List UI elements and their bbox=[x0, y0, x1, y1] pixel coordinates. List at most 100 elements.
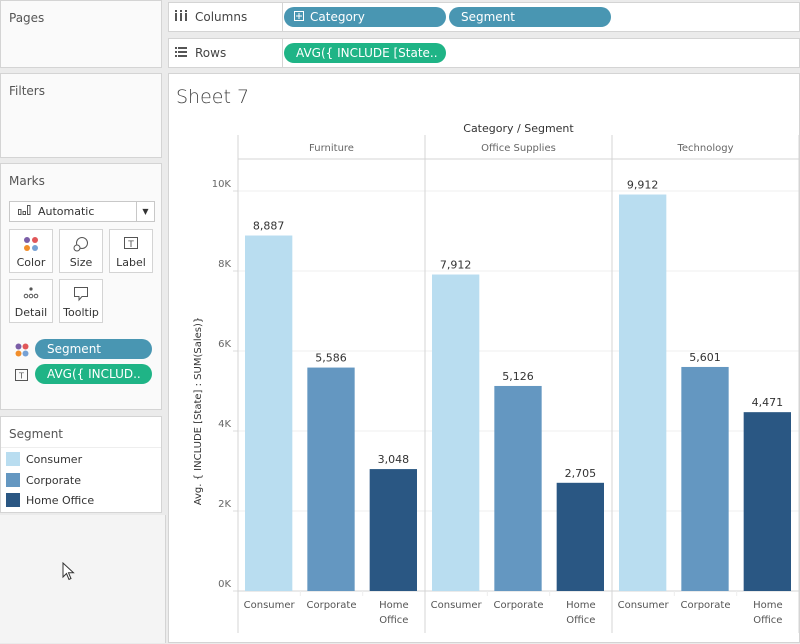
y-tick-label: 8K bbox=[218, 259, 231, 270]
columns-icon bbox=[175, 10, 187, 24]
bar-corporate bbox=[681, 366, 729, 591]
bar-home-office bbox=[556, 482, 604, 591]
label-label: Label bbox=[116, 256, 146, 269]
bar-consumer bbox=[432, 274, 480, 591]
legend-swatch bbox=[6, 473, 20, 487]
bar-consumer bbox=[245, 235, 293, 591]
mark-type-dropdown[interactable]: Automatic ▼ bbox=[9, 201, 155, 222]
svg-text:T: T bbox=[18, 372, 24, 381]
svg-text:T: T bbox=[127, 240, 134, 250]
color-label: Color bbox=[16, 256, 46, 269]
category-header: Office Supplies bbox=[481, 143, 556, 154]
x-tick-label: Office bbox=[753, 615, 782, 626]
legend-item-consumer[interactable]: Consumer bbox=[6, 451, 82, 467]
left-empty-area bbox=[0, 515, 166, 643]
bar-home-office bbox=[743, 412, 791, 591]
segment-legend: Segment Consumer Corporate Home Office bbox=[0, 416, 162, 513]
bar-corporate bbox=[494, 385, 542, 591]
bar-chart: Category / Segment 0K 2K 4K 6K 8K 10K Avg. { IN… bbox=[193, 122, 800, 633]
x-tick-label: Consumer bbox=[431, 600, 483, 611]
tooltip-icon bbox=[73, 286, 89, 305]
expand-plus-icon[interactable] bbox=[294, 10, 304, 24]
filters-shelf[interactable]: Filters bbox=[0, 73, 162, 158]
legend-swatch bbox=[6, 493, 20, 507]
bar-corporate bbox=[307, 367, 355, 591]
y-tick-label: 6K bbox=[218, 339, 231, 350]
bar-data-label: 4,471 bbox=[752, 396, 784, 409]
y-tick-label: 0K bbox=[218, 579, 231, 590]
x-tick-label: Corporate bbox=[494, 600, 544, 611]
marks-card: Marks Automatic ▼ Color Size T Label Det… bbox=[0, 163, 162, 410]
text-label-icon: T bbox=[15, 367, 29, 386]
legend-item-corporate[interactable]: Corporate bbox=[6, 472, 81, 488]
color-button[interactable]: Color bbox=[9, 229, 53, 273]
bar-data-label: 9,912 bbox=[627, 179, 659, 192]
avg-include-label-pill[interactable]: AVG({ INCLUD.. bbox=[35, 364, 152, 384]
legend-item-home-office[interactable]: Home Office bbox=[6, 492, 94, 508]
avg-include-pill[interactable]: AVG({ INCLUDE [State.. bbox=[284, 43, 446, 63]
text-label-icon: T bbox=[123, 236, 139, 253]
legend-label: Corporate bbox=[26, 473, 81, 487]
bar-data-label: 8,887 bbox=[253, 220, 285, 233]
detail-icon bbox=[23, 286, 39, 303]
tooltip-label: Tooltip bbox=[63, 306, 99, 319]
x-tick-label: Office bbox=[379, 615, 408, 626]
x-tick-label: Home bbox=[379, 600, 409, 611]
y-tick-label: 2K bbox=[218, 499, 231, 510]
size-button[interactable]: Size bbox=[59, 229, 103, 273]
detail-label: Detail bbox=[14, 306, 48, 319]
bar-data-label: 2,705 bbox=[565, 467, 597, 480]
mouse-cursor-icon bbox=[62, 561, 76, 586]
x-tick-label: Consumer bbox=[244, 600, 296, 611]
columns-label: Columns bbox=[169, 3, 283, 31]
worksheet-view: Sheet 7 Category / Segment 0K 2K 4K 6K 8K 10K A… bbox=[168, 73, 800, 643]
bar-home-office bbox=[369, 469, 417, 591]
bar-data-label: 7,912 bbox=[440, 259, 472, 272]
color-icon bbox=[15, 342, 29, 361]
bar-consumer bbox=[619, 194, 667, 591]
pages-shelf[interactable]: Pages bbox=[0, 0, 162, 68]
color-icon bbox=[23, 236, 39, 255]
detail-button[interactable]: Detail bbox=[9, 279, 53, 323]
legend-label: Home Office bbox=[26, 493, 95, 507]
segment-pill[interactable]: Segment bbox=[449, 7, 611, 27]
category-header: Technology bbox=[676, 143, 733, 154]
bar-data-label: 5,586 bbox=[315, 352, 347, 365]
column-header-title: Category / Segment bbox=[463, 122, 574, 135]
y-tick-label: 10K bbox=[212, 179, 232, 190]
bar-data-label: 5,126 bbox=[502, 370, 534, 383]
segment-color-pill[interactable]: Segment bbox=[35, 339, 152, 359]
rows-label: Rows bbox=[169, 39, 283, 67]
marks-pill-row-label: T AVG({ INCLUD.. bbox=[9, 364, 152, 384]
pages-title: Pages bbox=[9, 11, 45, 25]
rows-shelf[interactable]: Rows AVG({ INCLUDE [State.. bbox=[168, 38, 800, 68]
x-tick-label: Home bbox=[566, 600, 596, 611]
chevron-down-icon[interactable]: ▼ bbox=[136, 202, 154, 221]
columns-text: Columns bbox=[195, 10, 248, 24]
category-pill-label: Category bbox=[310, 10, 365, 24]
y-tick-label: 4K bbox=[218, 419, 231, 430]
category-pill[interactable]: Category bbox=[284, 7, 446, 27]
size-label: Size bbox=[69, 256, 93, 269]
bar-data-label: 5,601 bbox=[689, 351, 721, 364]
bar-chart-icon bbox=[18, 205, 32, 218]
legend-title: Segment bbox=[9, 427, 63, 441]
size-icon bbox=[73, 236, 89, 255]
mark-type-label: Automatic bbox=[38, 205, 95, 218]
y-axis-title: Avg. { INCLUDE [State] : SUM(Sales)} bbox=[193, 317, 204, 506]
columns-shelf[interactable]: Columns Category Segment bbox=[168, 2, 800, 32]
rows-icon bbox=[175, 46, 187, 60]
x-tick-label: Home bbox=[753, 600, 783, 611]
category-header: Furniture bbox=[309, 143, 354, 154]
x-tick-label: Consumer bbox=[618, 600, 670, 611]
filters-title: Filters bbox=[9, 84, 45, 98]
legend-swatch bbox=[6, 452, 20, 466]
legend-label: Consumer bbox=[26, 452, 83, 466]
x-tick-label: Corporate bbox=[681, 600, 731, 611]
tooltip-button[interactable]: Tooltip bbox=[59, 279, 103, 323]
x-tick-label: Office bbox=[566, 615, 595, 626]
label-button[interactable]: T Label bbox=[109, 229, 153, 273]
x-tick-label: Corporate bbox=[307, 600, 357, 611]
bar-data-label: 3,048 bbox=[378, 453, 410, 466]
marks-title: Marks bbox=[9, 174, 45, 188]
